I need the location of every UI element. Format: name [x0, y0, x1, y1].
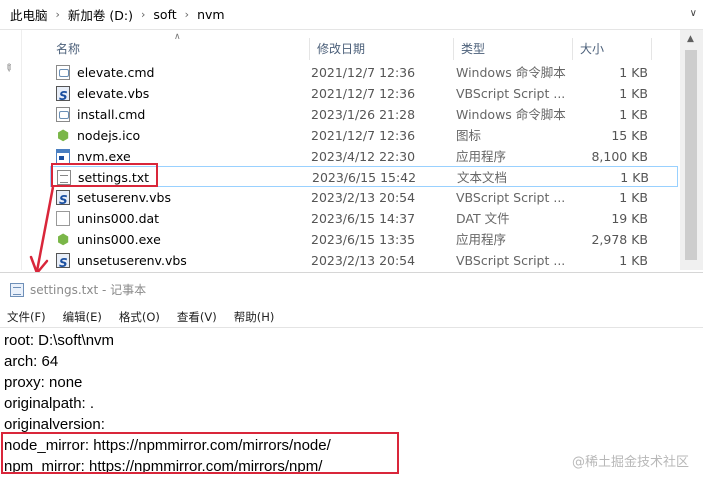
breadcrumb-item-this-pc[interactable]: 此电脑: [6, 5, 52, 24]
file-name: install.cmd: [77, 107, 146, 122]
file-type: VBScript Script ...: [456, 190, 566, 205]
file-date: 2021/12/7 12:36: [311, 86, 416, 101]
file-row-unins000-dat[interactable]: unins000.dat 2023/6/15 14:37 DAT 文件 19 K…: [50, 208, 678, 229]
file-row-nodejs-ico[interactable]: nodejs.ico 2021/12/7 12:36 图标 15 KB: [50, 125, 678, 147]
file-type: 应用程序: [456, 232, 507, 247]
file-date: 2023/1/26 21:28: [311, 107, 416, 122]
file-type: Windows 命令脚本: [456, 107, 566, 122]
vertical-scrollbar[interactable]: ▲: [680, 30, 703, 270]
file-size: 19 KB: [611, 211, 648, 226]
chevron-right-icon[interactable]: ›: [52, 8, 64, 21]
file-size: 15 KB: [611, 128, 648, 143]
vbs-file-icon: [56, 83, 72, 107]
menu-file[interactable]: 文件(F): [7, 309, 46, 325]
file-size: 1 KB: [619, 190, 648, 205]
cmd-file-icon: [56, 104, 72, 125]
file-row-setuserenv-vbs[interactable]: setuserenv.vbs 2023/2/13 20:54 VBScript …: [50, 187, 678, 211]
file-size: 1 KB: [619, 65, 648, 80]
chevron-right-icon[interactable]: ›: [137, 8, 149, 21]
file-date: 2023/2/13 20:54: [311, 253, 416, 268]
text-line-proxy: proxy: none: [4, 374, 83, 391]
pin-icon[interactable]: ✎: [1, 62, 15, 76]
file-type: VBScript Script ...: [456, 253, 566, 268]
file-date: 2023/6/15 14:37: [311, 211, 416, 226]
file-type: 应用程序: [456, 149, 507, 164]
column-header-date[interactable]: 修改日期: [311, 38, 454, 60]
file-date: 2023/6/15 15:42: [312, 170, 417, 185]
file-list: ∧ 名称 修改日期 类型 大小 elevate.cmd 2021/12/7 12…: [22, 30, 703, 274]
vbs-file-icon: [56, 250, 72, 274]
file-type: DAT 文件: [456, 211, 510, 226]
notepad-menu-bar: 文件(F) 编辑(E) 格式(O) 查看(V) 帮助(H): [0, 306, 703, 328]
highlight-box-mirror-lines: [1, 432, 399, 474]
menu-edit[interactable]: 编辑(E): [63, 309, 102, 325]
red-arrow-annotation: [29, 186, 55, 275]
file-name: unsetuserenv.vbs: [77, 253, 187, 268]
breadcrumb-item-drive-d[interactable]: 新加卷 (D:): [64, 5, 137, 24]
file-date: 2023/6/15 13:35: [311, 232, 416, 247]
vbs-file-icon: [56, 187, 72, 211]
file-type: VBScript Script ...: [456, 86, 566, 101]
file-date: 2023/2/13 20:54: [311, 190, 416, 205]
column-header-row: ∧ 名称 修改日期 类型 大小: [22, 32, 703, 60]
file-name: unins000.dat: [77, 211, 160, 226]
column-header-name[interactable]: 名称: [50, 38, 310, 60]
file-size: 1 KB: [620, 170, 649, 185]
file-date: 2023/4/12 22:30: [311, 149, 416, 164]
nodejs-icon-file-icon: [56, 125, 72, 147]
breadcrumb-item-soft[interactable]: soft: [149, 7, 180, 22]
breadcrumb-item-nvm[interactable]: nvm: [193, 7, 229, 22]
file-size: 1 KB: [619, 86, 648, 101]
notepad-title: settings.txt - 记事本: [30, 283, 147, 297]
column-header-size[interactable]: 大小: [574, 38, 652, 60]
file-row-unins000-exe[interactable]: unins000.exe 2023/6/15 13:35 应用程序 2,978 …: [50, 229, 678, 251]
column-header-type[interactable]: 类型: [455, 38, 573, 60]
scrollbar-thumb[interactable]: [685, 50, 697, 260]
file-row-elevate-vbs[interactable]: elevate.vbs 2021/12/7 12:36 VBScript Scr…: [50, 83, 678, 107]
file-row-elevate-cmd[interactable]: elevate.cmd 2021/12/7 12:36 Windows 命令脚本…: [50, 62, 678, 83]
breadcrumb: 此电脑 › 新加卷 (D:) › soft › nvm ∨: [0, 0, 703, 30]
menu-format[interactable]: 格式(O): [119, 309, 160, 325]
dat-file-icon: [56, 208, 72, 229]
cmd-file-icon: [56, 62, 72, 83]
file-row-unsetuserenv-vbs[interactable]: unsetuserenv.vbs 2023/2/13 20:54 VBScrip…: [50, 250, 678, 274]
file-type: Windows 命令脚本: [456, 65, 566, 80]
chevron-right-icon[interactable]: ›: [181, 8, 193, 21]
file-row-install-cmd[interactable]: install.cmd 2023/1/26 21:28 Windows 命令脚本…: [50, 104, 678, 125]
file-size: 1 KB: [619, 107, 648, 122]
navigation-pane-edge: ✎: [0, 30, 22, 270]
file-name: elevate.cmd: [77, 65, 155, 80]
chevron-down-icon[interactable]: ∨: [690, 8, 697, 19]
menu-help[interactable]: 帮助(H): [234, 309, 275, 325]
file-name: elevate.vbs: [77, 86, 150, 101]
file-date: 2021/12/7 12:36: [311, 65, 416, 80]
notepad-title-bar: settings.txt - 记事本: [0, 273, 703, 306]
menu-view[interactable]: 查看(V): [177, 309, 217, 325]
file-name: setuserenv.vbs: [77, 190, 171, 205]
file-size: 8,100 KB: [591, 149, 648, 164]
text-line-root: root: D:\soft\nvm: [4, 332, 115, 349]
installer-exe-icon: [56, 229, 72, 251]
file-name: nodejs.ico: [77, 128, 141, 143]
notepad-icon: [10, 282, 24, 297]
file-date: 2021/12/7 12:36: [311, 128, 416, 143]
scroll-up-arrow-icon[interactable]: ▲: [687, 34, 694, 44]
file-name: unins000.exe: [77, 232, 161, 247]
highlight-box-settings-file: [51, 163, 158, 187]
text-line-originalpath: originalpath: .: [4, 395, 95, 412]
file-type: 图标: [456, 128, 482, 143]
file-size: 1 KB: [619, 253, 648, 268]
file-type: 文本文档: [457, 170, 508, 185]
file-size: 2,978 KB: [591, 232, 648, 247]
watermark: @稀土掘金技术社区: [571, 455, 689, 470]
text-line-arch: arch: 64: [4, 353, 59, 370]
